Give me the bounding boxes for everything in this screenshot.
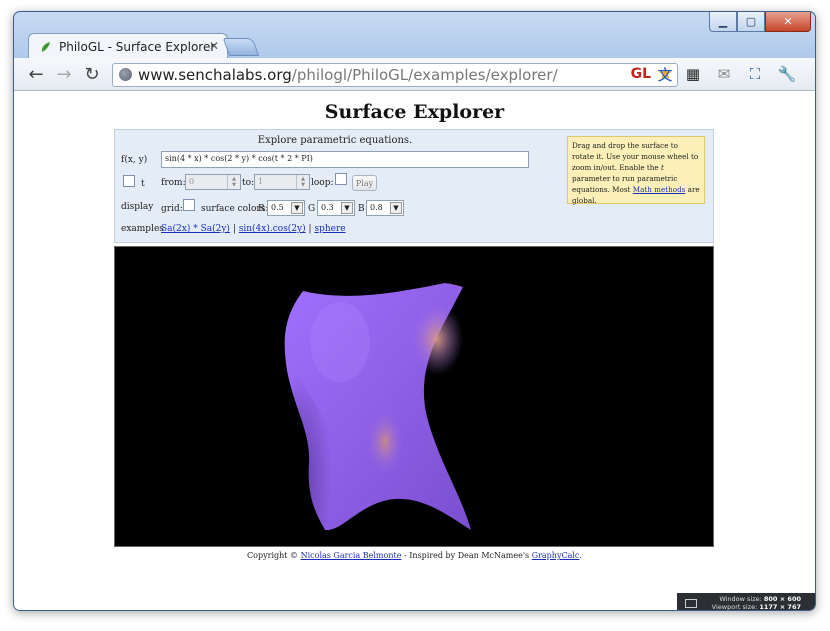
t-label: t xyxy=(141,179,145,189)
g-value: 0.3 xyxy=(321,203,334,212)
chevron-down-icon: ▼ xyxy=(390,202,402,214)
tab-close-icon[interactable]: ✕ xyxy=(209,39,219,53)
surface-render[interactable] xyxy=(115,247,713,546)
viewport-size-row: Viewport size: 1177 × 767 xyxy=(711,603,801,611)
from-spin-icon[interactable]: ▲ ▼ xyxy=(227,175,240,189)
example-link-sincos[interactable]: sin(4x).cos(2y) xyxy=(239,224,306,234)
help-text-1: Drag and drop the surface to rotate it. … xyxy=(572,141,699,172)
from-label: from: xyxy=(161,178,186,188)
from-value: 0 xyxy=(189,177,195,186)
window-controls: ▁ ▢ ✕ xyxy=(709,12,811,32)
new-tab-button[interactable] xyxy=(222,38,260,56)
browser-window: ▁ ▢ ✕ PhiloGL - Surface Explorer ✕ ← → ↻… xyxy=(13,11,816,611)
surface-highlight-top xyxy=(411,303,463,375)
chevron-down-icon: ▼ xyxy=(341,202,353,214)
window-icon xyxy=(685,599,697,608)
examples-list: Sa(2x) * Sa(2y) | sin(4x).cos(2y) | sphe… xyxy=(161,224,346,234)
play-button[interactable]: Play xyxy=(352,175,377,191)
translate-icon[interactable]: 文 xyxy=(654,63,676,85)
url-host: www.senchalabs.org xyxy=(138,66,292,84)
graphycalc-link[interactable]: GraphyCalc xyxy=(532,551,580,560)
grid-checkbox[interactable] xyxy=(183,199,195,211)
page-title: Surface Explorer xyxy=(324,101,505,123)
forward-button[interactable]: → xyxy=(52,62,76,86)
t-checkbox[interactable] xyxy=(123,175,135,187)
to-value: 1 xyxy=(258,177,264,186)
fxy-label: f(x, y) xyxy=(121,155,148,165)
viewport-size-label: Viewport size: xyxy=(711,603,758,611)
mail-icon[interactable]: ✉ xyxy=(713,63,735,85)
close-window-button[interactable]: ✕ xyxy=(765,12,811,32)
maximize-button[interactable]: ▢ xyxy=(737,12,765,32)
r-value: 0.5 xyxy=(271,203,284,212)
r-label: R xyxy=(258,204,265,214)
to-stepper[interactable]: 1 ▲ ▼ xyxy=(254,174,310,190)
window-size-overlay: Window size: 800 × 600 Viewport size: 11… xyxy=(677,593,815,611)
g-select[interactable]: 0.3 ▼ xyxy=(317,200,355,216)
chevron-down-icon: ▼ xyxy=(291,202,303,214)
copyright-suffix: . xyxy=(579,551,582,560)
surface-highlight-bottom xyxy=(367,410,403,474)
copyright-middle: - Inspired by Dean McNamee's xyxy=(401,551,532,560)
example-link-sphere[interactable]: sphere xyxy=(314,224,345,234)
b-value: 0.8 xyxy=(370,203,383,212)
from-stepper[interactable]: 0 ▲ ▼ xyxy=(185,174,241,190)
window-size-label: Window size: xyxy=(719,595,762,603)
window-resize-icon[interactable]: ⛶ xyxy=(744,63,766,85)
r-select[interactable]: 0.5 ▼ xyxy=(267,200,305,216)
wrench-menu-icon[interactable]: 🔧 xyxy=(776,63,798,85)
b-select[interactable]: 0.8 ▼ xyxy=(366,200,404,216)
help-note: Drag and drop the surface to rotate it. … xyxy=(567,136,705,205)
gl-badge-icon[interactable]: GL xyxy=(631,66,651,82)
examples-label: examples xyxy=(121,224,164,234)
help-t-param: t xyxy=(660,163,664,172)
copyright-footer: Copyright © Nicolas Garcia Belmonte - In… xyxy=(14,551,815,560)
display-label: display xyxy=(121,202,154,212)
math-methods-link[interactable]: Math methods xyxy=(633,185,686,194)
url-path: /philogl/PhiloGL/examples/explorer/ xyxy=(291,66,558,84)
loop-checkbox[interactable] xyxy=(335,173,347,185)
example-separator: | xyxy=(232,224,236,234)
url-text: www.senchalabs.org/philogl/PhiloGL/examp… xyxy=(138,66,558,84)
window-size-row: Window size: 800 × 600 xyxy=(719,595,801,603)
b-label: B xyxy=(358,204,365,214)
example-link-sa[interactable]: Sa(2x) * Sa(2y) xyxy=(161,224,230,234)
qr-code-icon[interactable]: ▦ xyxy=(682,63,704,85)
loop-label: loop: xyxy=(311,178,334,188)
minimize-button[interactable]: ▁ xyxy=(709,12,737,32)
address-bar[interactable]: www.senchalabs.org/philogl/PhiloGL/examp… xyxy=(112,63,678,87)
grid-label: grid: xyxy=(161,204,183,214)
controls-panel: Explore parametric equations. f(x, y) si… xyxy=(114,129,714,243)
browser-tab[interactable]: PhiloGL - Surface Explorer ✕ xyxy=(28,33,228,59)
webgl-canvas[interactable] xyxy=(114,246,714,547)
fxy-input[interactable]: sin(4 * x) * cos(2 * y) * cos(t * 2 * PI… xyxy=(161,151,529,168)
tab-title: PhiloGL - Surface Explorer xyxy=(59,39,216,54)
panel-subtitle: Explore parametric equations. xyxy=(257,135,413,146)
g-label: G xyxy=(308,204,316,214)
window-size-value: 800 × 600 xyxy=(763,595,801,603)
to-label: to: xyxy=(242,178,255,188)
author-link[interactable]: Nicolas Garcia Belmonte xyxy=(301,551,402,560)
philogl-favicon-icon xyxy=(41,41,50,52)
back-button[interactable]: ← xyxy=(24,62,48,86)
viewport-size-value: 1177 × 767 xyxy=(759,603,801,611)
to-spin-icon[interactable]: ▲ ▼ xyxy=(296,175,309,189)
surface-sheen xyxy=(310,302,370,382)
example-separator: | xyxy=(308,224,312,234)
copyright-prefix: Copyright © xyxy=(247,551,301,560)
browser-toolbar: ← → ↻ www.senchalabs.org/philogl/PhiloGL… xyxy=(14,58,815,91)
globe-icon xyxy=(119,68,132,81)
page-content: Surface Explorer Explore parametric equa… xyxy=(14,91,815,610)
reload-button[interactable]: ↻ xyxy=(80,62,104,86)
